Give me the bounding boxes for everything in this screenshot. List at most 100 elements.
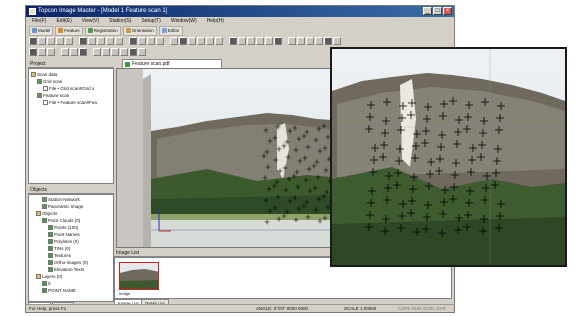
tool-button-icon[interactable] bbox=[156, 37, 164, 45]
tree-item[interactable]: Feature scan bbox=[31, 92, 111, 99]
tool-button-icon[interactable] bbox=[38, 48, 46, 56]
tool-button-icon[interactable] bbox=[288, 37, 296, 45]
tool-button-icon[interactable] bbox=[29, 48, 37, 56]
tool-button-icon[interactable] bbox=[206, 37, 214, 45]
workspace-feature[interactable]: Feature bbox=[55, 25, 83, 36]
tool-button-icon[interactable] bbox=[38, 37, 46, 45]
tree-item[interactable]: Layers (0) bbox=[30, 273, 112, 280]
app-icon bbox=[29, 8, 36, 15]
minimize-button[interactable]: _ bbox=[423, 7, 432, 15]
thumbnail-label: Image bbox=[119, 291, 131, 296]
menu-item-6[interactable]: Help(H) bbox=[207, 17, 224, 26]
tool-button-icon[interactable] bbox=[29, 37, 37, 45]
tool-button-icon[interactable] bbox=[79, 37, 87, 45]
tool-button-icon[interactable] bbox=[297, 37, 305, 45]
tree-item-label: Station Network bbox=[48, 197, 80, 202]
toolbar-main bbox=[26, 36, 454, 46]
workspace-icon bbox=[87, 28, 93, 33]
document-tab[interactable]: Feature scan.pdf bbox=[122, 59, 222, 68]
workspace-orientation[interactable]: Orientation bbox=[122, 25, 157, 36]
close-button[interactable]: × bbox=[443, 7, 452, 15]
tool-button-icon[interactable] bbox=[138, 37, 146, 45]
tool-button-icon[interactable] bbox=[97, 37, 105, 45]
workspace-icon bbox=[58, 28, 64, 33]
tree-item-label: File • Grid scan#Grid s bbox=[49, 86, 95, 91]
tree-item[interactable]: POINT NAME bbox=[30, 287, 112, 294]
tree-item[interactable]: TINs (0) bbox=[30, 245, 112, 252]
tool-button-icon[interactable] bbox=[179, 37, 187, 45]
tree-node-icon bbox=[48, 260, 53, 265]
tree-item[interactable]: Polylines (0) bbox=[30, 238, 112, 245]
status-indicators: CAPS NUM SCRL OVR bbox=[398, 306, 446, 311]
project-panel-header: Project bbox=[28, 61, 114, 68]
document-icon bbox=[125, 62, 130, 67]
tree-item[interactable]: Point Names bbox=[30, 231, 112, 238]
workspace-model[interactable]: Model bbox=[29, 25, 54, 36]
workspace-editor[interactable]: Editor bbox=[158, 25, 183, 36]
tool-button-icon[interactable] bbox=[120, 48, 128, 56]
tree-item-label: Point Clouds (0) bbox=[48, 218, 81, 223]
tree-node-icon bbox=[48, 232, 53, 237]
tool-button-icon[interactable] bbox=[274, 37, 282, 45]
tree-item-label: Polylines (0) bbox=[54, 239, 79, 244]
status-bar: For Help, press F1 ANGLE: 0°0'0" 0000 00… bbox=[26, 304, 454, 312]
tree-item[interactable]: 0 bbox=[30, 280, 112, 287]
tool-button-icon[interactable] bbox=[106, 37, 114, 45]
tree-item[interactable]: Grid scan bbox=[31, 78, 111, 85]
tool-button-icon[interactable] bbox=[315, 37, 323, 45]
window-controls: _ □ × bbox=[423, 7, 452, 15]
tool-button-icon[interactable] bbox=[65, 37, 73, 45]
tool-button-icon[interactable] bbox=[256, 37, 264, 45]
tool-button-icon[interactable] bbox=[170, 37, 178, 45]
tree-item-label: Point Names bbox=[54, 232, 80, 237]
document-tab-label: Feature scan.pdf bbox=[132, 61, 170, 67]
tree-item[interactable]: Elevation Texts bbox=[30, 266, 112, 273]
tree-item[interactable]: File • Grid scan#Grid s bbox=[31, 85, 111, 92]
tool-button-icon[interactable] bbox=[265, 37, 273, 45]
objects-panel-header: Objects bbox=[28, 187, 114, 194]
title-bar: Topcon Image Master - [Model 1 Feature s… bbox=[26, 6, 454, 17]
tool-button-icon[interactable] bbox=[247, 37, 255, 45]
tree-item[interactable]: Point Clouds (0) bbox=[30, 217, 112, 224]
tool-button-icon[interactable] bbox=[215, 37, 223, 45]
maximize-button[interactable]: □ bbox=[433, 7, 442, 15]
thumbnail-photo bbox=[120, 263, 158, 289]
tool-button-icon[interactable] bbox=[197, 37, 205, 45]
tool-button-icon[interactable] bbox=[47, 48, 55, 56]
tree-item[interactable]: Objects bbox=[30, 210, 112, 217]
tool-button-icon[interactable] bbox=[88, 37, 96, 45]
tree-item[interactable]: Panoramic Image bbox=[30, 203, 112, 210]
tool-button-icon[interactable] bbox=[333, 37, 341, 45]
tree-node-icon bbox=[42, 281, 47, 286]
tool-button-icon[interactable] bbox=[93, 48, 101, 56]
tool-button-icon[interactable] bbox=[56, 37, 64, 45]
tool-button-icon[interactable] bbox=[129, 48, 137, 56]
tree-item[interactable]: Scan data bbox=[31, 71, 111, 78]
tool-button-icon[interactable] bbox=[61, 48, 69, 56]
tree-item[interactable]: Station Network bbox=[30, 196, 112, 203]
tree-node-icon bbox=[42, 288, 47, 293]
tree-item-label: Layers (0) bbox=[42, 274, 63, 279]
tool-button-icon[interactable] bbox=[229, 37, 237, 45]
tool-button-icon[interactable] bbox=[138, 48, 146, 56]
tree-item[interactable]: Points (100) bbox=[30, 224, 112, 231]
tree-item[interactable]: Ortho-images (0) bbox=[30, 259, 112, 266]
tool-button-icon[interactable] bbox=[115, 37, 123, 45]
tool-button-icon[interactable] bbox=[306, 37, 314, 45]
image-thumbnail[interactable] bbox=[119, 262, 159, 290]
tree-item[interactable]: File • Feature scan#Fea bbox=[31, 99, 111, 106]
tool-button-icon[interactable] bbox=[129, 37, 137, 45]
tool-button-icon[interactable] bbox=[324, 37, 332, 45]
tool-button-icon[interactable] bbox=[147, 37, 155, 45]
workspace-bar: Model Feature Registration Orientation Edito… bbox=[26, 25, 454, 36]
tool-button-icon[interactable] bbox=[238, 37, 246, 45]
tool-button-icon[interactable] bbox=[47, 37, 55, 45]
tool-button-icon[interactable] bbox=[70, 48, 78, 56]
workspace-icon bbox=[125, 28, 131, 33]
workspace-registration[interactable]: Registration bbox=[84, 25, 121, 36]
tool-button-icon[interactable] bbox=[102, 48, 110, 56]
tool-button-icon[interactable] bbox=[188, 37, 196, 45]
tool-button-icon[interactable] bbox=[79, 48, 87, 56]
tool-button-icon[interactable] bbox=[111, 48, 119, 56]
tree-item[interactable]: Textures bbox=[30, 252, 112, 259]
